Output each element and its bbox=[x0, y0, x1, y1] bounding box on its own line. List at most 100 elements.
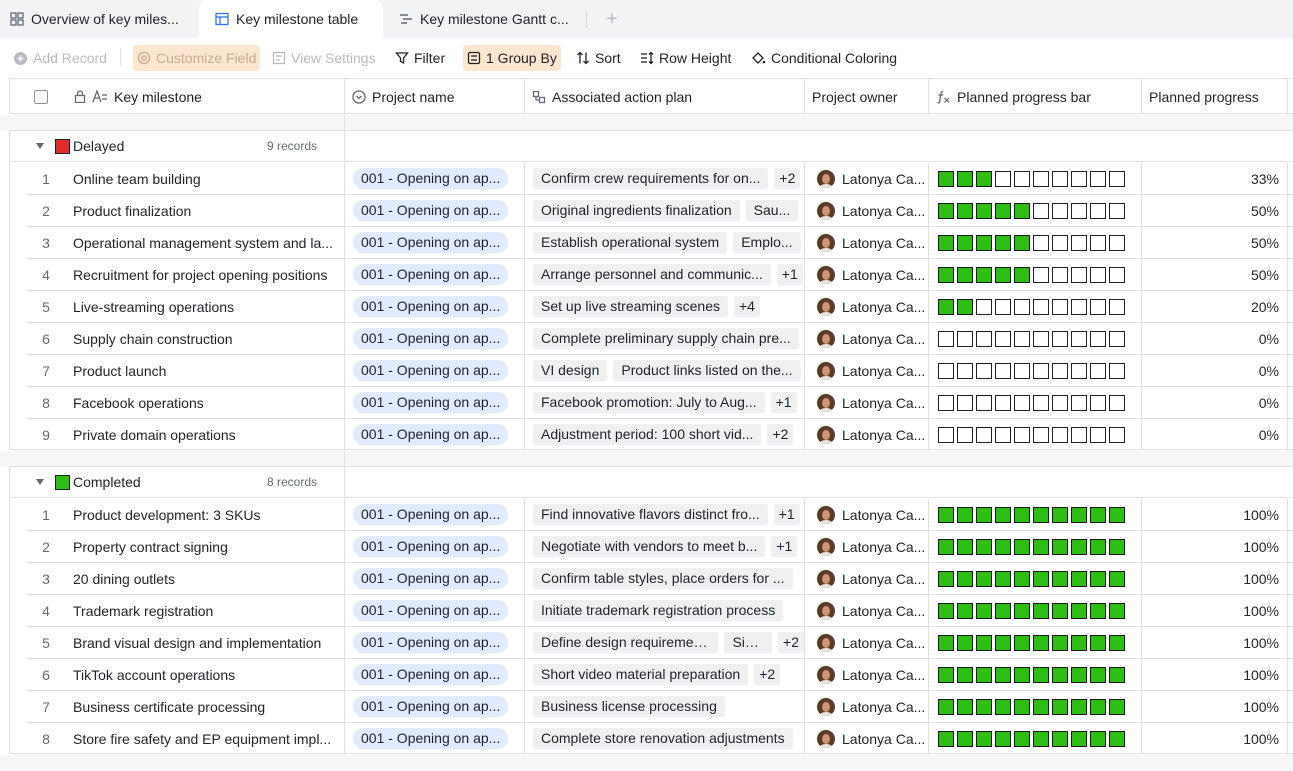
table-row[interactable]: 3 Operational management system and la...… bbox=[27, 227, 1293, 259]
key-milestone-cell[interactable]: Private domain operations bbox=[65, 419, 345, 450]
project-owner-cell[interactable]: Latonya Ca... bbox=[805, 563, 929, 594]
planned-progress-bar-cell[interactable] bbox=[929, 227, 1142, 258]
planned-progress-cell[interactable]: 100% bbox=[1142, 563, 1288, 594]
key-milestone-cell[interactable]: Business certificate processing bbox=[65, 691, 345, 722]
planned-progress-bar-cell[interactable] bbox=[929, 627, 1142, 658]
more-plans-count[interactable]: +1 bbox=[776, 264, 803, 285]
action-plan-cell[interactable]: Original ingredients finalization Sau... bbox=[525, 195, 805, 226]
planned-progress-bar-cell[interactable] bbox=[929, 355, 1142, 386]
key-milestone-cell[interactable]: Brand visual design and implementation bbox=[65, 627, 345, 658]
key-milestone-cell[interactable]: Product development: 3 SKUs bbox=[65, 499, 345, 530]
planned-progress-cell[interactable]: 0% bbox=[1142, 419, 1288, 450]
project-name-cell[interactable]: 001 - Opening on ap... bbox=[345, 163, 525, 194]
action-plan-cell[interactable]: Initiate trademark registration process bbox=[525, 595, 805, 626]
planned-progress-cell[interactable]: 33% bbox=[1142, 163, 1288, 194]
table-row[interactable]: 5 Live-streaming operations 001 - Opening … bbox=[27, 291, 1293, 323]
more-plans-count[interactable]: +1 bbox=[771, 536, 798, 557]
action-plan-tag[interactable]: Establish operational system bbox=[533, 232, 728, 253]
project-name-cell[interactable]: 001 - Opening on ap... bbox=[345, 419, 525, 450]
more-plans-count[interactable]: +2 bbox=[767, 424, 794, 445]
table-row[interactable]: 4 Recruitment for project opening positio… bbox=[27, 259, 1293, 291]
tab-key-milestone-table[interactable]: Key milestone table bbox=[199, 0, 383, 38]
action-plan-cell[interactable]: Confirm table styles, place orders for .… bbox=[525, 563, 805, 594]
table-row[interactable]: 2 Product finalization 001 - Opening on ap… bbox=[27, 195, 1293, 227]
planned-progress-bar-cell[interactable] bbox=[929, 419, 1142, 450]
select-all-checkbox[interactable] bbox=[34, 89, 48, 104]
key-milestone-cell[interactable]: Online team building bbox=[65, 163, 345, 194]
add-record-button[interactable]: Add Record bbox=[9, 45, 111, 71]
key-milestone-cell[interactable]: Live-streaming operations bbox=[65, 291, 345, 322]
planned-progress-bar-cell[interactable] bbox=[929, 195, 1142, 226]
key-milestone-cell[interactable]: Store fire safety and EP equipment impl.… bbox=[65, 723, 345, 754]
collapse-caret-icon[interactable] bbox=[36, 479, 44, 485]
column-header-planned-progress-bar[interactable]: Planned progress bar bbox=[929, 79, 1142, 114]
planned-progress-bar-cell[interactable] bbox=[929, 291, 1142, 322]
table-row[interactable]: 5 Brand visual design and implementation 0… bbox=[27, 627, 1293, 659]
project-name-cell[interactable]: 001 - Opening on ap... bbox=[345, 691, 525, 722]
action-plan-cell[interactable]: Complete preliminary supply chain pre... bbox=[525, 323, 805, 354]
planned-progress-cell[interactable]: 0% bbox=[1142, 355, 1288, 386]
action-plan-tag[interactable]: Complete preliminary supply chain pre... bbox=[533, 328, 799, 349]
column-header-key-milestone[interactable]: Key milestone bbox=[10, 79, 345, 114]
project-name-cell[interactable]: 001 - Opening on ap... bbox=[345, 499, 525, 530]
project-owner-cell[interactable]: Latonya Ca... bbox=[805, 227, 929, 258]
project-owner-cell[interactable]: Latonya Ca... bbox=[805, 659, 929, 690]
view-settings-button[interactable]: View Settings bbox=[268, 45, 380, 71]
planned-progress-cell[interactable]: 100% bbox=[1142, 691, 1288, 722]
column-header-associated-action-plan[interactable]: Associated action plan bbox=[525, 79, 805, 114]
action-plan-cell[interactable]: Facebook promotion: July to Aug... +1 bbox=[525, 387, 805, 418]
planned-progress-bar-cell[interactable] bbox=[929, 723, 1142, 754]
action-plan-tag[interactable]: Sau... bbox=[745, 200, 799, 221]
action-plan-tag[interactable]: Arrange personnel and communic... bbox=[533, 264, 771, 285]
action-plan-tag[interactable]: Find innovative flavors distinct fro... bbox=[533, 504, 768, 525]
more-plans-count[interactable]: +2 bbox=[754, 664, 781, 685]
planned-progress-bar-cell[interactable] bbox=[929, 323, 1142, 354]
planned-progress-bar-cell[interactable] bbox=[929, 499, 1142, 530]
action-plan-tag[interactable]: Emplo... bbox=[733, 232, 801, 253]
key-milestone-cell[interactable]: Facebook operations bbox=[65, 387, 345, 418]
project-name-cell[interactable]: 001 - Opening on ap... bbox=[345, 355, 525, 386]
action-plan-tag[interactable]: Complete store renovation adjustments bbox=[533, 728, 793, 749]
conditional-coloring-button[interactable]: Conditional Coloring bbox=[747, 45, 901, 71]
table-row[interactable]: 1 Online team building 001 - Opening on ap… bbox=[27, 163, 1293, 195]
action-plan-tag[interactable]: Set up live streaming scenes bbox=[533, 296, 728, 317]
tab-overview[interactable]: Overview of key miles... bbox=[10, 0, 179, 38]
table-row[interactable]: 6 Supply chain construction 001 - Opening … bbox=[27, 323, 1293, 355]
project-name-cell[interactable]: 001 - Opening on ap... bbox=[345, 595, 525, 626]
planned-progress-bar-cell[interactable] bbox=[929, 387, 1142, 418]
project-owner-cell[interactable]: Latonya Ca... bbox=[805, 355, 929, 386]
table-row[interactable]: 8 Store fire safety and EP equipment impl… bbox=[27, 723, 1293, 755]
action-plan-cell[interactable]: Negotiate with vendors to meet b... +1 bbox=[525, 531, 805, 562]
key-milestone-cell[interactable]: Trademark registration bbox=[65, 595, 345, 626]
planned-progress-cell[interactable]: 100% bbox=[1142, 723, 1288, 754]
project-owner-cell[interactable]: Latonya Ca... bbox=[805, 627, 929, 658]
planned-progress-cell[interactable]: 100% bbox=[1142, 531, 1288, 562]
column-header-project-owner[interactable]: Project owner bbox=[805, 79, 929, 114]
planned-progress-cell[interactable]: 100% bbox=[1142, 627, 1288, 658]
table-row[interactable]: 3 20 dining outlets 001 - Opening on ap...… bbox=[27, 563, 1293, 595]
project-name-cell[interactable]: 001 - Opening on ap... bbox=[345, 531, 525, 562]
project-name-cell[interactable]: 001 - Opening on ap... bbox=[345, 291, 525, 322]
action-plan-tag[interactable]: VI design bbox=[533, 360, 608, 381]
project-owner-cell[interactable]: Latonya Ca... bbox=[805, 323, 929, 354]
action-plan-tag[interactable]: Original ingredients finalization bbox=[533, 200, 740, 221]
planned-progress-cell[interactable]: 50% bbox=[1142, 227, 1288, 258]
planned-progress-cell[interactable]: 20% bbox=[1142, 291, 1288, 322]
more-plans-count[interactable]: +2 bbox=[774, 168, 801, 189]
action-plan-cell[interactable]: Business license processing bbox=[525, 691, 805, 722]
customize-field-button[interactable]: Customize Field bbox=[133, 45, 261, 71]
project-name-cell[interactable]: 001 - Opening on ap... bbox=[345, 259, 525, 290]
project-name-cell[interactable]: 001 - Opening on ap... bbox=[345, 387, 525, 418]
action-plan-cell[interactable]: Find innovative flavors distinct fro... +… bbox=[525, 499, 805, 530]
planned-progress-cell[interactable]: 50% bbox=[1142, 259, 1288, 290]
project-owner-cell[interactable]: Latonya Ca... bbox=[805, 163, 929, 194]
planned-progress-cell[interactable]: 0% bbox=[1142, 387, 1288, 418]
key-milestone-cell[interactable]: Supply chain construction bbox=[65, 323, 345, 354]
key-milestone-cell[interactable]: Recruitment for project opening position… bbox=[65, 259, 345, 290]
action-plan-tag[interactable]: Product links listed on the... bbox=[613, 360, 801, 381]
planned-progress-bar-cell[interactable] bbox=[929, 659, 1142, 690]
action-plan-tag[interactable]: Facebook promotion: July to Aug... bbox=[533, 392, 765, 413]
planned-progress-bar-cell[interactable] bbox=[929, 531, 1142, 562]
planned-progress-cell[interactable]: 100% bbox=[1142, 499, 1288, 530]
project-owner-cell[interactable]: Latonya Ca... bbox=[805, 387, 929, 418]
